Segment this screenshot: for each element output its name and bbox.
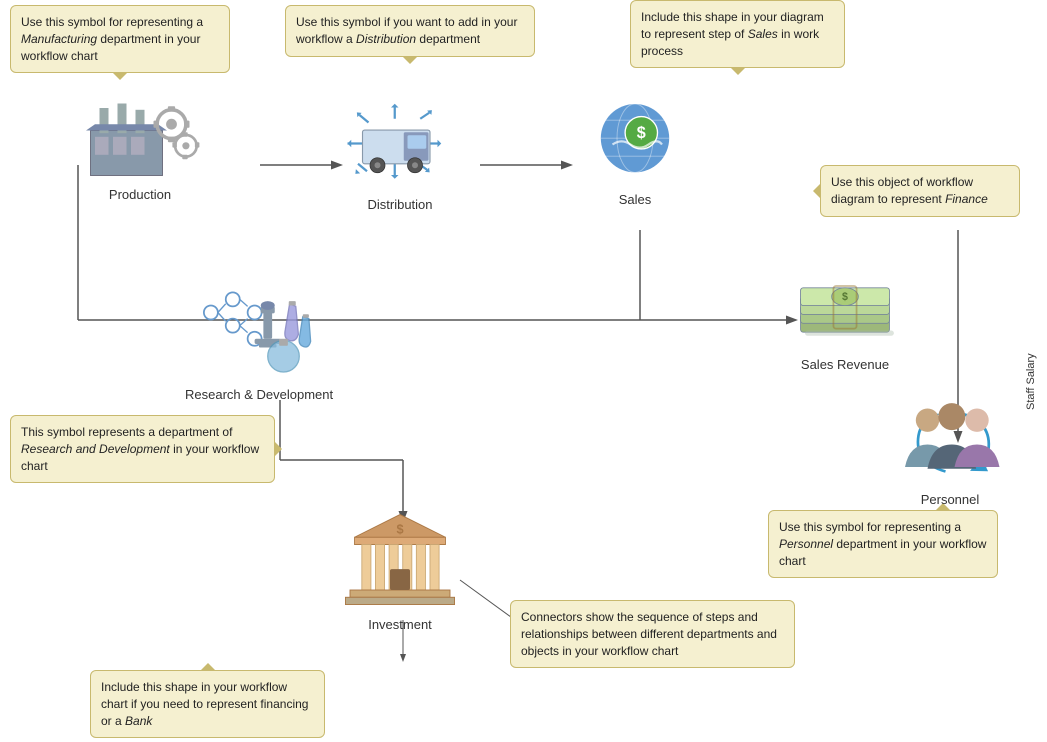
- svg-text:$: $: [842, 291, 848, 303]
- node-distribution: Distribution: [340, 100, 460, 212]
- rd-label: Research & Development: [185, 387, 333, 402]
- svg-text:$: $: [396, 522, 403, 537]
- investment-label: Investment: [345, 617, 455, 632]
- tooltip-distribution: Use this symbol if you want to add in yo…: [285, 5, 535, 57]
- tooltip-bank: Include this shape in your workflow char…: [90, 670, 325, 738]
- production-label: Production: [80, 187, 200, 202]
- node-production: Production: [80, 90, 200, 202]
- node-personnel: Personnel: [895, 395, 1005, 507]
- tooltip-connectors: Connectors show the sequence of steps an…: [510, 600, 795, 668]
- sales-revenue-label: Sales Revenue: [790, 357, 900, 372]
- tooltip-manufacturing: Use this symbol for representing a Manuf…: [10, 5, 230, 73]
- distribution-label: Distribution: [340, 197, 460, 212]
- personnel-label: Personnel: [895, 492, 1005, 507]
- node-sales: $ Sales: [580, 95, 690, 207]
- svg-text:$: $: [637, 124, 646, 142]
- tooltip-personnel: Use this symbol for representing a Perso…: [768, 510, 998, 578]
- tooltip-rd: This symbol represents a department of R…: [10, 415, 275, 483]
- sales-label: Sales: [580, 192, 690, 207]
- node-sales-revenue: $ Sales Revenue: [790, 270, 900, 372]
- node-investment: $ Investment: [345, 510, 455, 632]
- staff-salary-label: Staff Salary: [1025, 290, 1041, 410]
- tooltip-sales: Include this shape in your diagram to re…: [630, 0, 845, 68]
- node-rd: Research & Development: [185, 280, 333, 402]
- tooltip-finance: Use this object of workflow diagram to r…: [820, 165, 1020, 217]
